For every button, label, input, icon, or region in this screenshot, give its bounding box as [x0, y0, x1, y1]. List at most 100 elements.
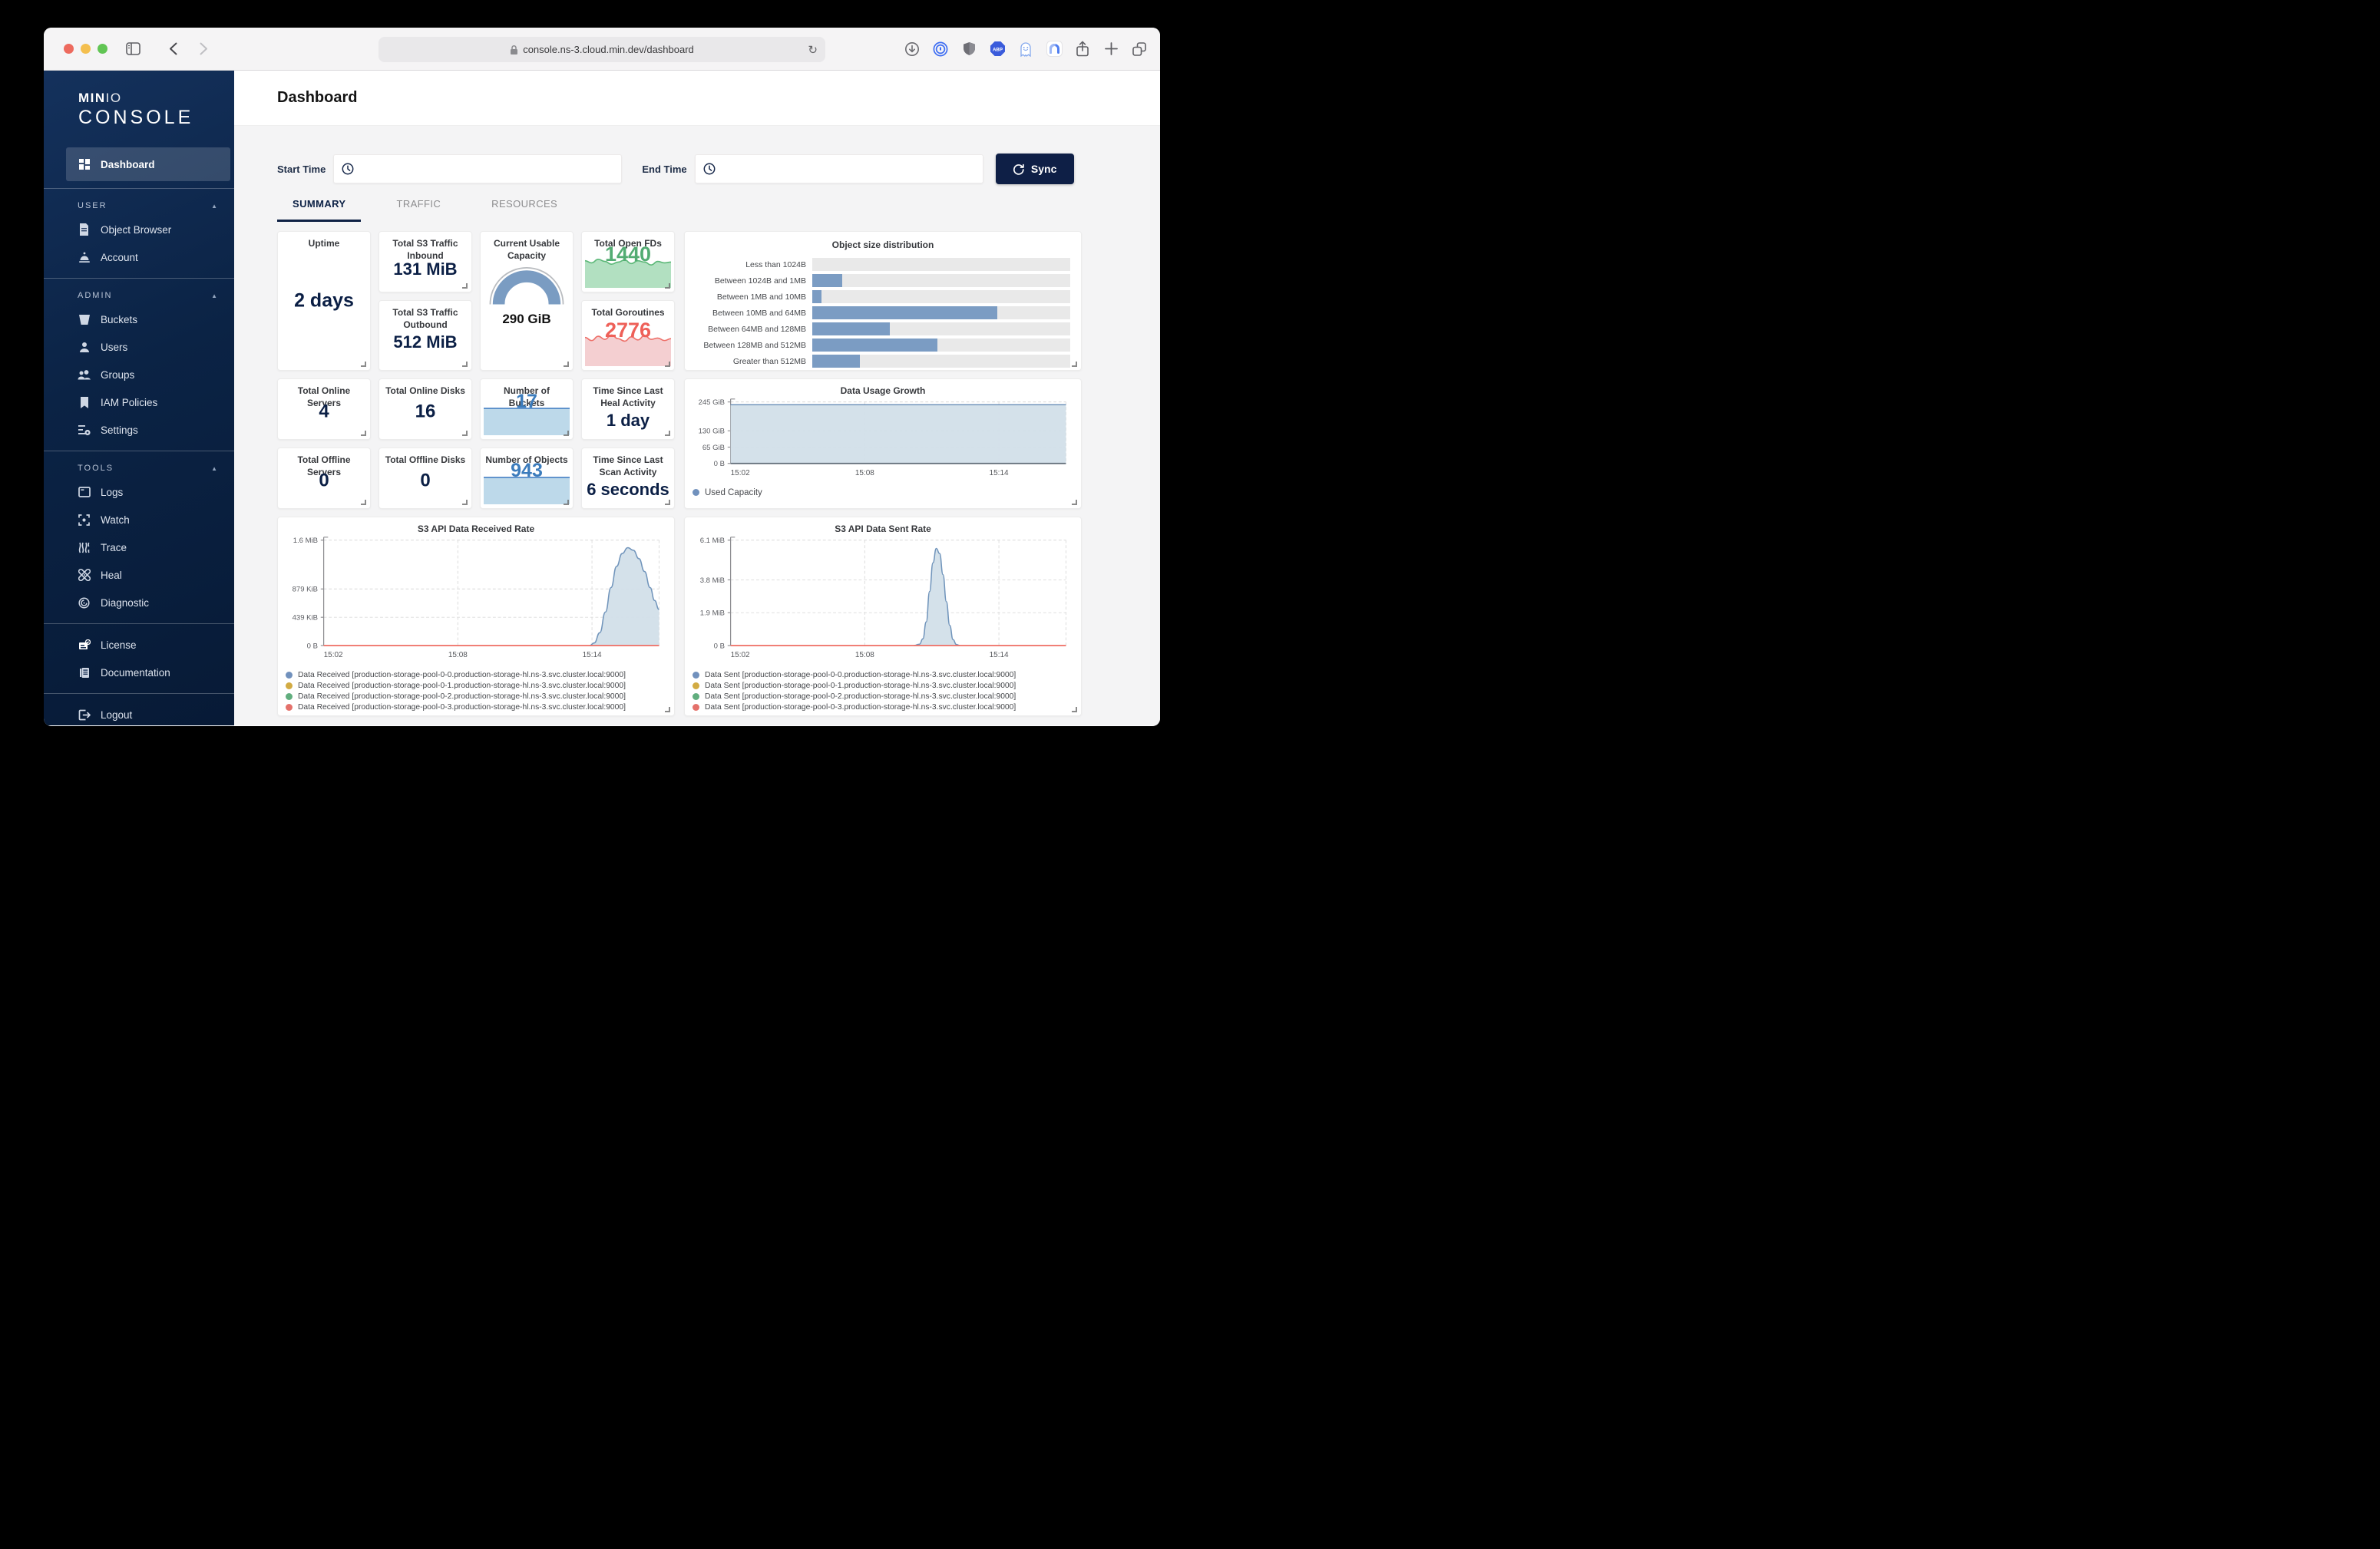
downloads-icon[interactable]	[901, 38, 924, 61]
sidebar-item-license[interactable]: License	[44, 631, 234, 659]
bar-fill	[812, 290, 821, 303]
svg-text:15:02: 15:02	[731, 651, 750, 659]
svg-text:6.1 MiB: 6.1 MiB	[700, 537, 725, 545]
sidebar-item-iam-policies[interactable]: IAM Policies	[44, 388, 234, 416]
tab-resources[interactable]: RESOURCES	[476, 198, 573, 222]
resize-handle[interactable]	[665, 283, 670, 289]
bar-row: Greater than 512MB	[696, 353, 1070, 369]
sidebar-item-heal[interactable]: Heal	[44, 561, 234, 589]
resize-handle[interactable]	[361, 431, 366, 436]
zoom-window-button[interactable]	[98, 44, 107, 54]
shield-extension-icon[interactable]	[957, 38, 980, 61]
chart-title: Object size distribution	[696, 239, 1070, 250]
resize-handle[interactable]	[1072, 362, 1077, 367]
ghostery-extension-icon[interactable]	[1014, 38, 1037, 61]
legend-item: Used Capacity	[693, 487, 1073, 499]
resize-handle[interactable]	[1072, 500, 1077, 505]
tab-overview-icon[interactable]	[1128, 38, 1151, 61]
capacity-value: 290 GiB	[481, 312, 573, 327]
legend-dot	[693, 489, 699, 496]
resize-handle[interactable]	[361, 500, 366, 505]
chart-legend: Data Sent [production-storage-pool-0-0.p…	[693, 670, 1073, 713]
resize-handle[interactable]	[665, 707, 670, 712]
sidebar-item-users[interactable]: Users	[44, 333, 234, 361]
sidebar-item-label: Dashboard	[101, 159, 155, 170]
sidebar-item-groups[interactable]: Groups	[44, 361, 234, 388]
start-time-input[interactable]	[333, 154, 622, 183]
share-icon[interactable]	[1071, 38, 1094, 61]
sidebar-item-logs[interactable]: Logs	[44, 478, 234, 506]
objects-count-card: Number of Objects 943	[480, 448, 574, 509]
sidebar-divider	[44, 693, 234, 694]
buckets-value: 17	[484, 391, 570, 413]
legend-dot	[693, 682, 699, 689]
s3-data-received-plot: 0 B439 KiB879 KiB1.6 MiB15:0215:0815:14	[286, 534, 666, 669]
groups-icon	[78, 369, 91, 381]
sidebar-divider	[44, 623, 234, 624]
resize-handle[interactable]	[665, 362, 670, 367]
sidebar-item-buckets[interactable]: Buckets	[44, 306, 234, 333]
bar-row: Between 10MB and 64MB	[696, 305, 1070, 321]
sidebar-item-documentation[interactable]: Documentation	[44, 659, 234, 686]
logo-brand-light: IO	[106, 91, 122, 105]
end-time-input[interactable]	[695, 154, 983, 183]
arc-extension-icon[interactable]	[1043, 38, 1066, 61]
legend-label: Data Sent [production-storage-pool-0-1.p…	[705, 682, 1016, 690]
sidebar-item-logout[interactable]: Logout	[44, 701, 234, 725]
adblock-plus-extension-icon[interactable]: ABP	[986, 38, 1009, 61]
card-title: Total S3 Traffic Outbound	[379, 301, 471, 331]
bar-fill	[812, 355, 860, 368]
legend-dot	[286, 682, 293, 689]
sidebar-section-user[interactable]: USER ▲	[44, 196, 234, 216]
close-window-button[interactable]	[64, 44, 74, 54]
sidebar-item-trace[interactable]: Trace	[44, 533, 234, 561]
sidebar-item-watch[interactable]: Watch	[44, 506, 234, 533]
sidebar-item-account[interactable]: Account	[44, 243, 234, 271]
resize-handle[interactable]	[462, 283, 468, 289]
resize-handle[interactable]	[462, 362, 468, 367]
legend-dot	[286, 672, 293, 679]
time-controls: Start Time End Time	[277, 154, 1125, 184]
sidebar-item-object-browser[interactable]: Object Browser	[44, 216, 234, 243]
resize-handle[interactable]	[462, 500, 468, 505]
settings-icon	[78, 424, 91, 436]
resize-handle[interactable]	[462, 431, 468, 436]
forward-button[interactable]	[192, 38, 215, 61]
dashboard-tabs: SUMMARY TRAFFIC RESOURCES	[277, 198, 1125, 222]
bar-track	[812, 339, 1070, 352]
resize-handle[interactable]	[564, 431, 569, 436]
bar-category-label: Less than 1024B	[696, 260, 812, 269]
bar-row: Less than 1024B	[696, 256, 1070, 272]
online-disks-value: 16	[379, 401, 471, 422]
new-tab-icon[interactable]	[1099, 38, 1122, 61]
legend-item: Data Sent [production-storage-pool-0-2.p…	[693, 692, 1073, 702]
address-bar[interactable]: console.ns-3.cloud.min.dev/dashboard ↻	[378, 37, 825, 62]
goroutines-sparkline: 2776	[585, 329, 671, 366]
sidebar-item-dashboard[interactable]: Dashboard	[66, 147, 230, 181]
sidebar-toggle-icon[interactable]	[121, 38, 144, 61]
sidebar-item-diagnostic[interactable]: Diagnostic	[44, 589, 234, 616]
sidebar-item-settings[interactable]: Settings	[44, 416, 234, 444]
sync-button[interactable]: Sync	[996, 154, 1074, 184]
back-button[interactable]	[161, 38, 184, 61]
resize-handle[interactable]	[1072, 707, 1077, 712]
resize-handle[interactable]	[665, 500, 670, 505]
legend-item: Data Sent [production-storage-pool-0-3.p…	[693, 702, 1073, 713]
tab-traffic[interactable]: TRAFFIC	[381, 198, 456, 222]
main-panel: Dashboard Start Time End Time	[234, 71, 1160, 725]
reload-icon[interactable]: ↻	[808, 43, 818, 57]
resize-handle[interactable]	[665, 431, 670, 436]
minimize-window-button[interactable]	[81, 44, 91, 54]
resize-handle[interactable]	[564, 362, 569, 367]
sidebar-section-admin[interactable]: ADMIN ▲	[44, 286, 234, 306]
resize-handle[interactable]	[361, 362, 366, 367]
legend-item: Data Received [production-storage-pool-0…	[286, 670, 666, 681]
uptime-value: 2 days	[278, 290, 370, 312]
tab-summary[interactable]: SUMMARY	[277, 198, 361, 222]
sync-icon	[1013, 163, 1024, 175]
sidebar-section-tools[interactable]: TOOLS ▲	[44, 458, 234, 478]
sidebar-item-label: Watch	[101, 514, 130, 526]
online-disks-card: Total Online Disks 16	[378, 378, 472, 440]
password-manager-extension-icon[interactable]	[929, 38, 952, 61]
resize-handle[interactable]	[564, 500, 569, 505]
